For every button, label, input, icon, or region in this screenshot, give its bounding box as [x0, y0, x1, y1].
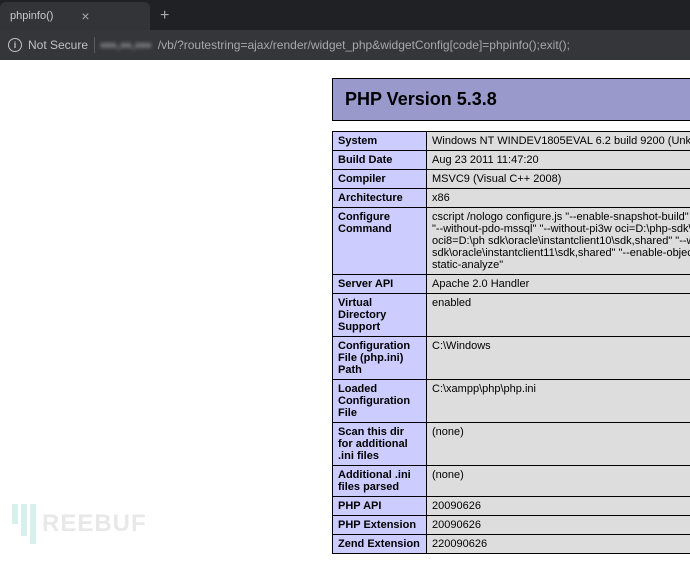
address-bar[interactable]: i Not Secure ▪▪▪.▪▪.▪▪▪ /vb/?routestring… [0, 30, 690, 60]
security-label: Not Secure [28, 38, 88, 52]
row-value: Windows NT WINDEV1805EVAL 6.2 build 9200… [427, 132, 690, 151]
table-row: PHP API20090626 [333, 497, 690, 516]
table-row: PHP Extension20090626 [333, 516, 690, 535]
row-value: enabled [427, 294, 690, 337]
bar-icon [21, 504, 27, 536]
row-key: Loaded Configuration File [333, 380, 427, 423]
row-value: MSVC9 (Visual C++ 2008) [427, 170, 690, 189]
table-row: Configure Commandcscript /nologo configu… [333, 208, 690, 275]
url-host: ▪▪▪.▪▪.▪▪▪ [101, 38, 152, 52]
watermark-bars [12, 504, 36, 544]
row-key: Additional .ini files parsed [333, 466, 427, 497]
row-key: PHP Extension [333, 516, 427, 535]
browser-tab[interactable]: phpinfo() × [0, 2, 150, 30]
table-row: Configuration File (php.ini) PathC:\Wind… [333, 337, 690, 380]
new-tab-button[interactable]: + [150, 2, 179, 30]
tab-bar: phpinfo() × + [0, 0, 690, 30]
table-row: SystemWindows NT WINDEV1805EVAL 6.2 buil… [333, 132, 690, 151]
row-value: cscript /nologo configure.js "--enable-s… [427, 208, 690, 275]
table-row: Loaded Configuration FileC:\xampp\php\ph… [333, 380, 690, 423]
row-key: Zend Extension [333, 535, 427, 554]
table-row: Build DateAug 23 2011 11:47:20 [333, 151, 690, 170]
row-value: 20090626 [427, 516, 690, 535]
row-key: Virtual Directory Support [333, 294, 427, 337]
url-path: /vb/?routestring=ajax/render/widget_php&… [158, 38, 570, 52]
phpinfo-header: PHP Version 5.3.8 [332, 78, 690, 121]
info-icon[interactable]: i [8, 38, 22, 52]
phpinfo-container: PHP Version 5.3.8 SystemWindows NT WINDE… [332, 78, 690, 554]
tab-title: phpinfo() [10, 10, 53, 22]
row-key: PHP API [333, 497, 427, 516]
table-row: Virtual Directory Supportenabled [333, 294, 690, 337]
table-row: Architecturex86 [333, 189, 690, 208]
table-row: Zend Extension220090626 [333, 535, 690, 554]
table-row: Scan this dir for additional .ini files(… [333, 423, 690, 466]
watermark: REEBUF [12, 504, 147, 544]
row-value: Aug 23 2011 11:47:20 [427, 151, 690, 170]
row-key: Scan this dir for additional .ini files [333, 423, 427, 466]
row-key: Architecture [333, 189, 427, 208]
row-key: Compiler [333, 170, 427, 189]
row-key: Configure Command [333, 208, 427, 275]
page-content: PHP Version 5.3.8 SystemWindows NT WINDE… [0, 60, 690, 562]
watermark-text: REEBUF [42, 510, 147, 538]
row-value: C:\Windows [427, 337, 690, 380]
row-key: Build Date [333, 151, 427, 170]
bar-icon [12, 504, 18, 524]
close-icon[interactable]: × [81, 8, 89, 24]
row-value: x86 [427, 189, 690, 208]
table-row: Additional .ini files parsed(none) [333, 466, 690, 497]
row-key: Configuration File (php.ini) Path [333, 337, 427, 380]
row-key: System [333, 132, 427, 151]
row-value: 20090626 [427, 497, 690, 516]
browser-chrome: phpinfo() × + i Not Secure ▪▪▪.▪▪.▪▪▪ /v… [0, 0, 690, 60]
table-row: CompilerMSVC9 (Visual C++ 2008) [333, 170, 690, 189]
table-row: Server APIApache 2.0 Handler [333, 275, 690, 294]
row-value: C:\xampp\php\php.ini [427, 380, 690, 423]
row-key: Server API [333, 275, 427, 294]
bar-icon [30, 504, 36, 544]
row-value: (none) [427, 466, 690, 497]
phpinfo-table: SystemWindows NT WINDEV1805EVAL 6.2 buil… [332, 131, 690, 554]
row-value: Apache 2.0 Handler [427, 275, 690, 294]
row-value: 220090626 [427, 535, 690, 554]
page-title: PHP Version 5.3.8 [345, 89, 690, 110]
row-value: (none) [427, 423, 690, 466]
divider [94, 37, 95, 53]
